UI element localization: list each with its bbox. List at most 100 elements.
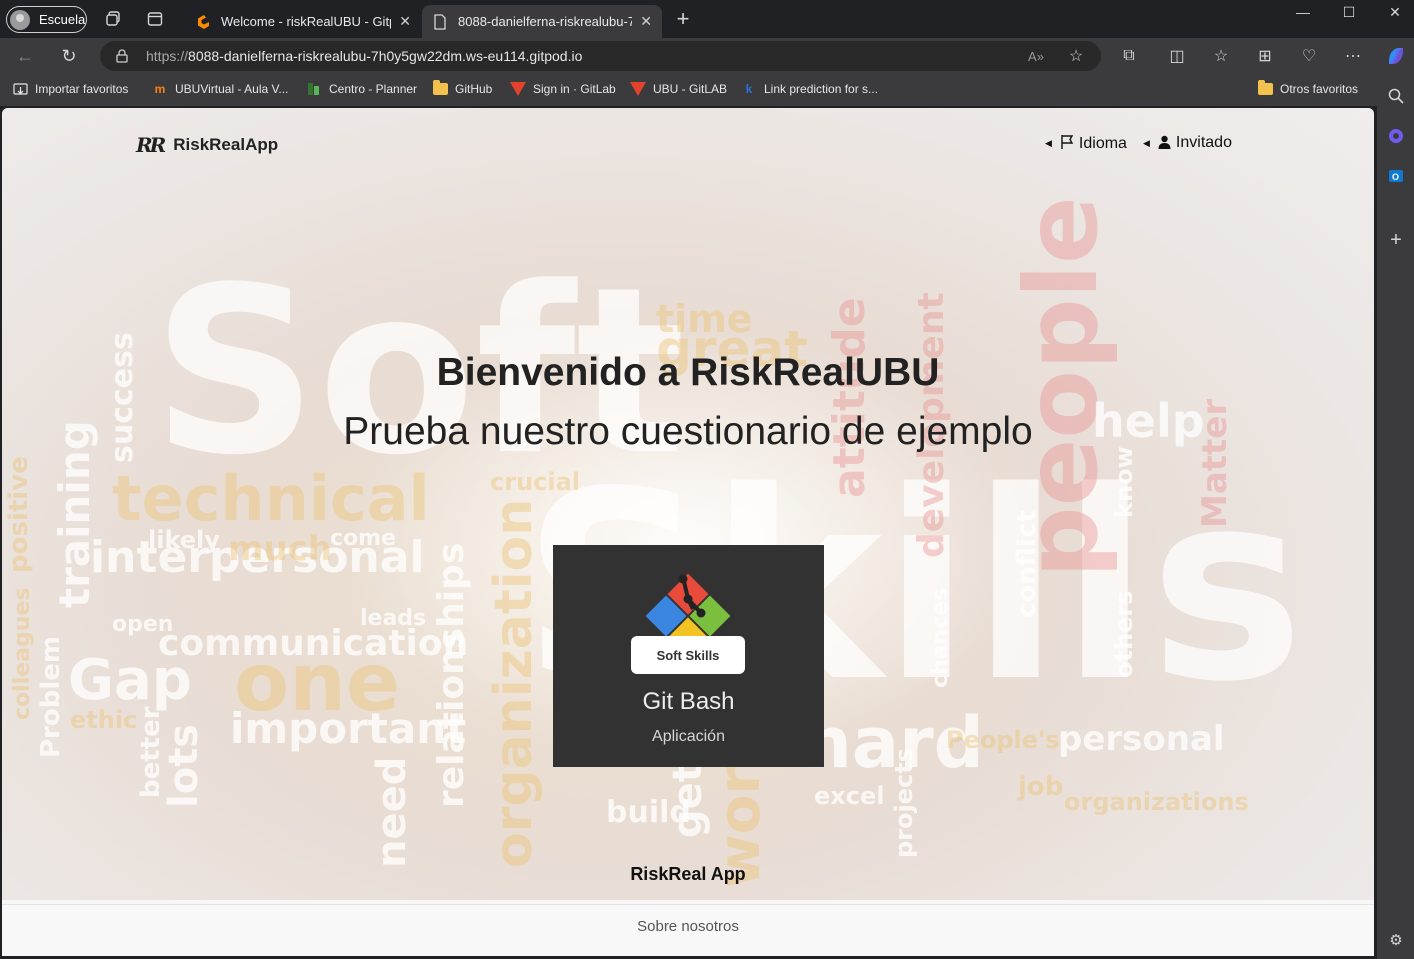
page-viewport: Soft Skills people technical interperson…	[2, 108, 1374, 956]
brand-mark: RR	[136, 133, 166, 157]
bg-word: chances	[928, 587, 953, 688]
bookmark-planner[interactable]: Centro - Planner	[306, 81, 417, 97]
maximize-icon[interactable]: ☐	[1326, 0, 1372, 24]
bg-word: know	[1110, 446, 1138, 518]
bg-word: personal	[1058, 719, 1225, 759]
bookmark-other-favorites[interactable]: Otros favoritos	[1257, 80, 1359, 97]
split-screen-icon[interactable]: ◫	[1166, 45, 1188, 67]
bg-word: leads	[360, 606, 427, 631]
bg-word: attitude	[824, 297, 875, 498]
bg-word: conflict	[1012, 510, 1042, 618]
navigation-toolbar: ← ↻ https://8088-danielferna-riskrealubu…	[0, 38, 1414, 73]
gitpod-icon	[195, 14, 211, 30]
tab-app[interactable]: 8088-danielferna-riskrealubu-7h0y5gw22dm…	[422, 5, 662, 38]
page-subtitle: Prueba nuestro cuestionario de ejemplo	[343, 410, 1033, 453]
gitlab-icon	[630, 81, 646, 97]
bg-word: better	[136, 706, 166, 798]
bookmark-github[interactable]: GitHub	[432, 80, 493, 97]
flag-icon	[1060, 134, 1074, 153]
page-title: Bienvenido a RiskRealUBU	[436, 351, 940, 394]
footer-brand: RiskReal App	[630, 864, 746, 884]
close-icon[interactable]: ✕	[640, 13, 652, 30]
address-bar[interactable]: https://8088-danielferna-riskrealubu-7h0…	[100, 41, 1101, 71]
favorites-icon[interactable]: ☆	[1210, 45, 1232, 67]
bg-word: job	[1018, 772, 1064, 802]
back-icon[interactable]: ←	[14, 45, 36, 67]
brand-name: RiskRealApp	[173, 135, 279, 154]
about-link[interactable]: Sobre nosotros	[2, 918, 1374, 935]
folder-icon	[432, 80, 448, 97]
bookmark-label: Otros favoritos	[1280, 82, 1359, 96]
copilot-icon[interactable]	[1383, 43, 1409, 69]
copilot-sidebar-icon[interactable]	[1385, 125, 1407, 147]
page-icon	[432, 13, 448, 30]
bookmark-gitlab-signin[interactable]: Sign in · GitLab	[510, 81, 616, 97]
tab-title: 8088-danielferna-riskrealubu-7h0y5gw22dm…	[458, 14, 633, 29]
bg-word: projects	[890, 748, 918, 858]
url-text[interactable]: https://8088-danielferna-riskrealubu-7h0…	[146, 48, 582, 64]
bookmark-import[interactable]: Importar favoritos	[12, 81, 128, 97]
bookmark-label: Centro - Planner	[329, 82, 418, 96]
tab-strip: Escuela Welcome - riskRealUBU - Gitpod ✕…	[0, 0, 1414, 38]
tab-welcome[interactable]: Welcome - riskRealUBU - Gitpod ✕	[185, 5, 421, 38]
outlook-icon[interactable]: O	[1385, 165, 1407, 187]
window-close-icon[interactable]: ✕	[1372, 0, 1414, 24]
add-sidebar-app-icon[interactable]: +	[1385, 229, 1407, 251]
read-aloud-icon[interactable]: A»	[1026, 46, 1046, 66]
avatar	[10, 9, 30, 30]
bg-word: organizations	[1064, 788, 1249, 816]
svg-text:O: O	[1392, 172, 1399, 182]
category-tag: Soft Skills	[631, 636, 745, 674]
browser-essentials-icon[interactable]: ♡	[1298, 45, 1320, 67]
bg-word: get	[665, 763, 711, 838]
minimize-icon[interactable]: —	[1280, 0, 1326, 24]
bookmark-ubuvirtual[interactable]: m UBUVirtual - Aula V...	[152, 81, 289, 97]
bg-word: lots	[161, 723, 207, 808]
profile-button[interactable]: Escuela	[6, 6, 87, 33]
caret-left-icon: ◀	[1143, 137, 1150, 148]
bookmark-label: GitHub	[455, 82, 493, 96]
bg-word: others	[1110, 590, 1138, 678]
hero-banner: Soft Skills people technical interperson…	[2, 108, 1374, 900]
bookmark-label: UBUVirtual - Aula V...	[175, 82, 289, 96]
card-subtitle: Aplicación	[652, 728, 725, 745]
more-menu-icon[interactable]: ⋯	[1342, 45, 1364, 67]
bg-word: colleagues	[10, 587, 35, 720]
bookmark-ubu-gitlab[interactable]: UBU - GitLAB	[630, 81, 727, 97]
user-menu[interactable]: ◀ Invitado	[1143, 134, 1232, 152]
tab-title: Welcome - riskRealUBU - Gitpod	[221, 14, 391, 29]
search-icon[interactable]	[1385, 85, 1407, 107]
favorite-star-icon[interactable]: ☆	[1066, 46, 1086, 66]
bg-word: come	[330, 526, 396, 551]
new-tab-icon[interactable]: +	[668, 5, 698, 33]
bg-word: crucial	[490, 468, 581, 496]
refresh-icon[interactable]: ↻	[58, 45, 80, 67]
bookmark-label: Sign in · GitLab	[533, 82, 616, 96]
sidebar-settings-icon[interactable]: ⚙	[1385, 929, 1407, 951]
workspaces-icon[interactable]	[103, 9, 123, 29]
edge-sidebar: O + ⚙	[1377, 73, 1414, 959]
bg-word: positive	[4, 456, 34, 573]
brand-logo[interactable]: RR RiskRealApp	[136, 133, 278, 157]
bg-word: much	[228, 529, 332, 569]
bookmarks-bar: Importar favoritos m UBUVirtual - Aula V…	[0, 73, 1414, 106]
collections-icon[interactable]: ⊞	[1254, 45, 1276, 67]
extensions-icon[interactable]: ⧉	[1118, 45, 1140, 67]
bookmark-link-prediction[interactable]: k Link prediction for s...	[741, 81, 878, 97]
bg-word: need	[369, 756, 415, 868]
bg-word: People's	[946, 726, 1060, 754]
caret-left-icon: ◀	[1045, 138, 1052, 148]
bg-word: organization	[484, 498, 544, 868]
close-icon[interactable]: ✕	[399, 13, 411, 30]
language-label: Idioma	[1078, 134, 1127, 152]
import-icon	[12, 81, 28, 97]
bg-word: technical	[112, 462, 430, 535]
bg-word: relationships	[431, 542, 472, 808]
bg-word: open	[112, 612, 174, 637]
lock-icon[interactable]	[116, 49, 130, 63]
user-label: Invitado	[1175, 134, 1232, 151]
bg-word: Problem	[36, 636, 66, 758]
quiz-card[interactable]: Soft Skills Git Bash Aplicación	[553, 545, 824, 767]
language-menu[interactable]: ◀ Idioma	[1045, 134, 1127, 153]
tab-actions-icon[interactable]	[145, 9, 165, 29]
